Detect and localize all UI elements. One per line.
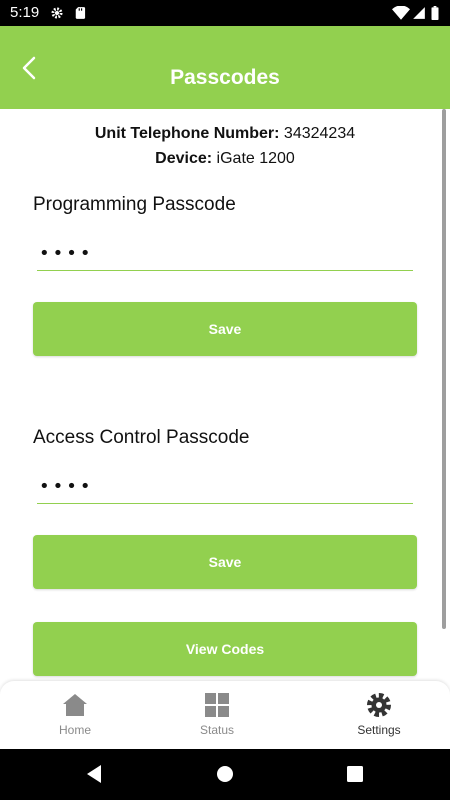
nav-item-status[interactable]: Status bbox=[142, 681, 292, 749]
save-programming-button[interactable]: Save bbox=[33, 302, 417, 356]
nav-label-home: Home bbox=[58, 723, 91, 737]
recents-square-icon[interactable] bbox=[345, 764, 365, 784]
sd-card-icon bbox=[75, 7, 86, 19]
scrollbar[interactable] bbox=[442, 109, 446, 629]
battery-icon bbox=[431, 6, 439, 20]
programming-passcode-input[interactable] bbox=[37, 237, 413, 271]
unit-phone-value: 34324234 bbox=[283, 125, 356, 142]
access-control-passcode-input[interactable] bbox=[37, 470, 413, 504]
device-info: Device: iGate 1200 bbox=[0, 150, 450, 168]
bottom-nav: Home Status Settings bbox=[0, 681, 450, 749]
wifi-icon bbox=[392, 6, 410, 20]
status-time: 5:19 bbox=[10, 4, 40, 21]
device-label: Device: bbox=[155, 150, 213, 167]
unit-phone-label: Unit Telephone Number: bbox=[94, 125, 280, 142]
gear-icon bbox=[51, 7, 63, 19]
nav-item-settings[interactable]: Settings bbox=[304, 681, 450, 749]
gear-icon bbox=[367, 693, 391, 717]
system-nav-bar bbox=[0, 749, 450, 800]
save-access-control-button[interactable]: Save bbox=[33, 535, 417, 589]
app-bar: Passcodes bbox=[0, 26, 450, 109]
status-bar: 5:19 bbox=[0, 0, 450, 26]
back-triangle-icon[interactable] bbox=[84, 764, 104, 784]
programming-passcode-label: Programming Passcode bbox=[33, 194, 236, 215]
page-title: Passcodes bbox=[170, 66, 280, 89]
home-icon bbox=[63, 694, 87, 716]
access-control-passcode-label: Access Control Passcode bbox=[33, 427, 250, 448]
nav-label-status: Status bbox=[199, 723, 235, 737]
nav-label-settings: Settings bbox=[357, 723, 401, 737]
unit-phone-info: Unit Telephone Number: 34324234 bbox=[0, 125, 450, 143]
grid-icon bbox=[205, 693, 229, 717]
view-codes-button[interactable]: View Codes bbox=[33, 622, 417, 676]
signal-icon bbox=[413, 7, 425, 19]
nav-item-home[interactable]: Home bbox=[0, 681, 150, 749]
home-circle-icon[interactable] bbox=[215, 764, 235, 784]
device-value: iGate 1200 bbox=[216, 150, 295, 167]
